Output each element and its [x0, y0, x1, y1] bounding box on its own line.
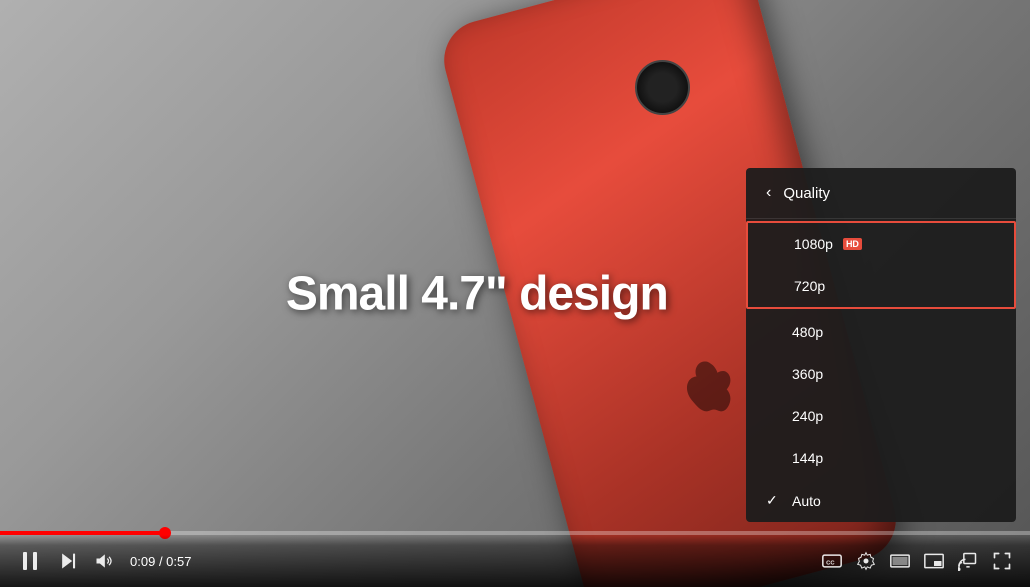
total-time: 0:57: [166, 554, 191, 569]
next-button[interactable]: [54, 547, 82, 575]
pause-icon: [18, 549, 42, 573]
volume-button[interactable]: [90, 547, 118, 575]
quality-item-480p[interactable]: 480p: [746, 311, 1016, 353]
cast-button[interactable]: [954, 547, 982, 575]
theater-icon: [890, 551, 910, 571]
gear-icon: [856, 551, 876, 571]
quality-item-auto[interactable]: ✓ Auto: [746, 479, 1016, 522]
quality-item-240p[interactable]: 240p: [746, 395, 1016, 437]
quality-item-144p[interactable]: 144p: [746, 437, 1016, 479]
svg-text:CC: CC: [826, 560, 835, 566]
quality-label-240p: 240p: [792, 408, 823, 424]
apple-logo-icon: [680, 360, 735, 415]
right-controls: CC: [818, 547, 1016, 575]
quality-menu-header[interactable]: ‹ Quality: [746, 168, 1016, 219]
quality-label-auto: Auto: [792, 493, 821, 509]
quality-selected-group: 1080p HD 720p: [746, 221, 1016, 309]
quality-label-360p: 360p: [792, 366, 823, 382]
miniplayer-button[interactable]: [920, 547, 948, 575]
quality-label-480p: 480p: [792, 324, 823, 340]
checkmark-auto: ✓: [766, 492, 784, 509]
fullscreen-button[interactable]: [988, 547, 1016, 575]
quality-menu[interactable]: ‹ Quality 1080p HD 720p 480p 360p: [746, 168, 1016, 522]
quality-label-144p: 144p: [792, 450, 823, 466]
quality-label-720p: 720p: [794, 278, 825, 294]
theater-button[interactable]: [886, 547, 914, 575]
quality-label-1080p: 1080p: [794, 236, 833, 252]
cast-icon: [958, 551, 978, 571]
video-player[interactable]: Small 4.7" design: [0, 0, 1030, 587]
time-display: 0:09 / 0:57: [130, 554, 191, 569]
cc-icon: CC: [822, 551, 842, 571]
settings-button[interactable]: [852, 547, 880, 575]
cc-button[interactable]: CC: [818, 547, 846, 575]
fullscreen-icon: [992, 551, 1012, 571]
volume-icon: [94, 551, 114, 571]
controls-bar: 0:09 / 0:57 CC: [0, 535, 1030, 587]
quality-item-720p[interactable]: 720p: [748, 265, 1014, 307]
next-icon: [58, 551, 78, 571]
back-arrow-icon: ‹: [766, 184, 771, 202]
pause-button[interactable]: [14, 545, 46, 577]
quality-item-1080p[interactable]: 1080p HD: [748, 223, 1014, 265]
phone-camera: [635, 60, 690, 115]
current-time: 0:09: [130, 554, 155, 569]
video-overlay-text: Small 4.7" design: [286, 266, 668, 321]
quality-item-360p[interactable]: 360p: [746, 353, 1016, 395]
quality-menu-title: Quality: [783, 185, 830, 202]
miniplayer-icon: [924, 551, 944, 571]
hd-badge: HD: [843, 238, 862, 250]
